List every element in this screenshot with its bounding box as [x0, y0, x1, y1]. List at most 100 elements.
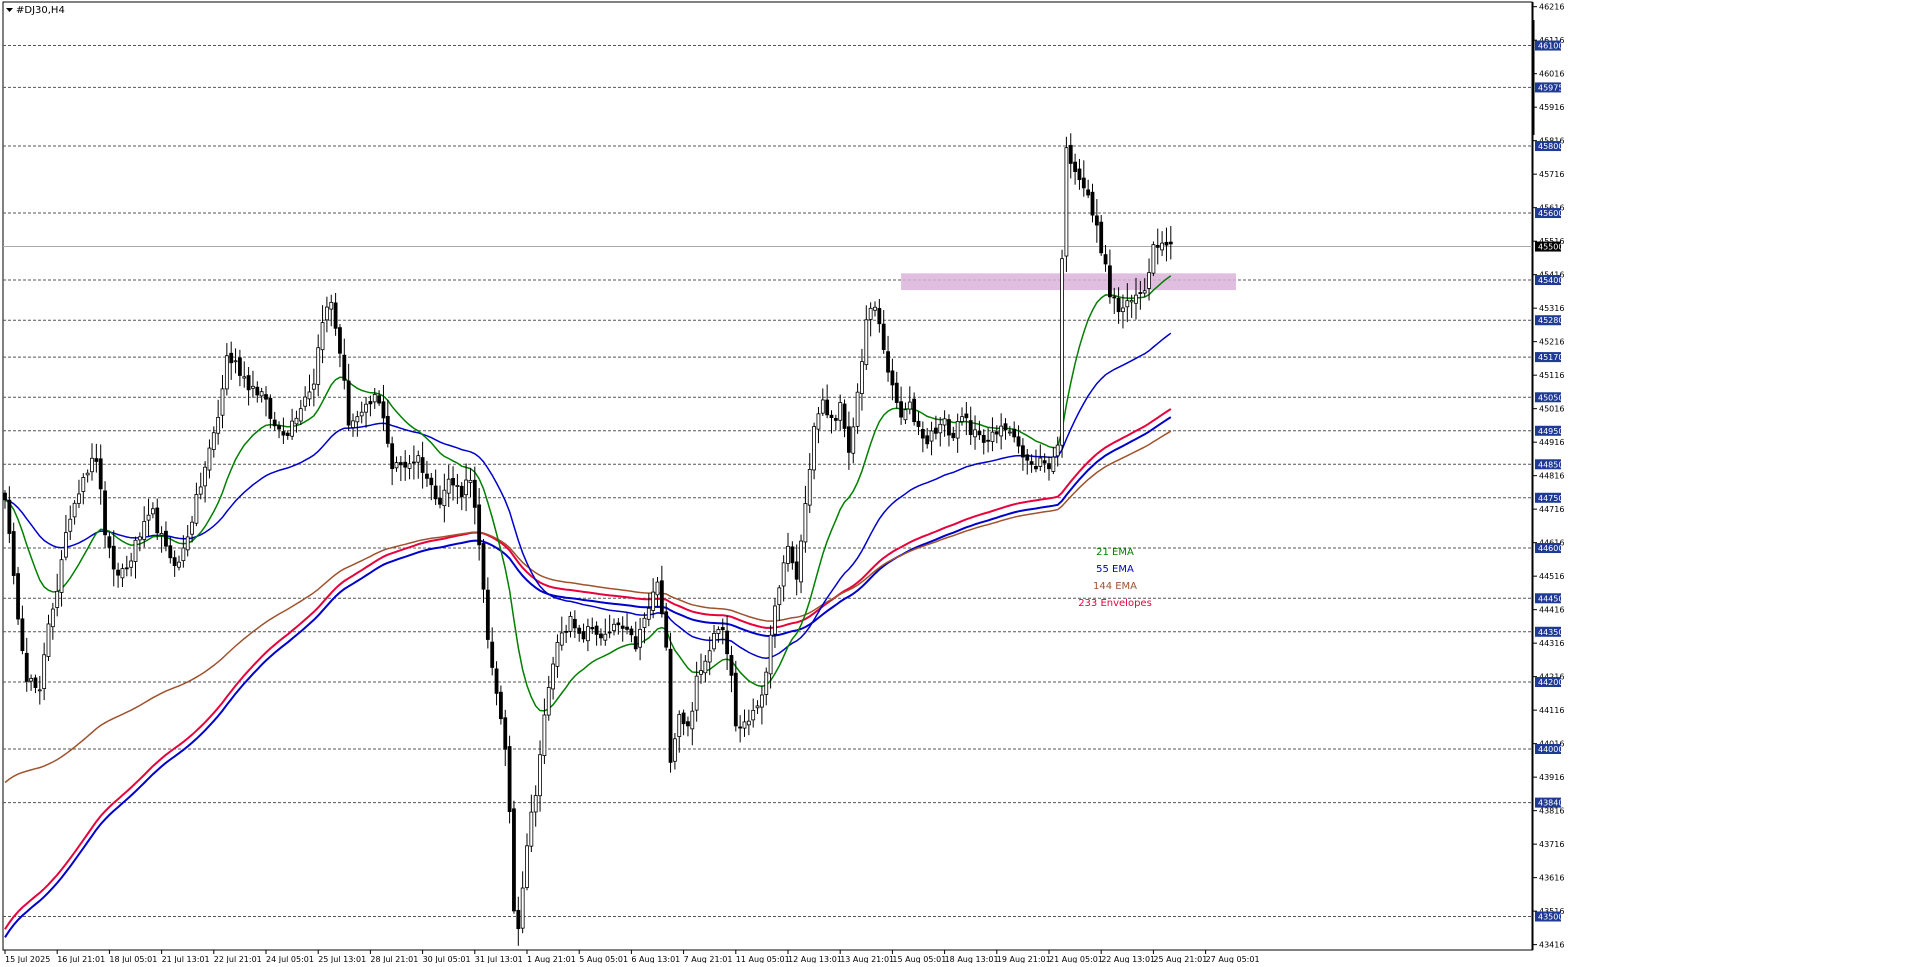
candle-body [781, 562, 786, 587]
candle-body [890, 370, 895, 386]
candle-body [847, 426, 851, 453]
time-tick-label: 5 Aug 05:01 [579, 955, 628, 963]
candle-body [429, 477, 434, 486]
candle-body [990, 431, 995, 442]
time-tick-label: 12 Aug 13:01 [788, 955, 842, 963]
candle-body [446, 478, 451, 494]
candle-body [190, 521, 194, 535]
candle-body [764, 671, 769, 695]
candle-body [181, 547, 186, 562]
price-tick-label: 44816 [1539, 472, 1564, 481]
level-price-label: 45170 [1538, 353, 1563, 362]
candle-body [342, 354, 347, 381]
candle-body [485, 589, 490, 640]
candle-body [599, 633, 603, 639]
candle-body [90, 457, 94, 473]
candle-body [316, 347, 321, 385]
candle-body [124, 567, 129, 570]
candle-body [1034, 466, 1038, 470]
candle-body [1108, 265, 1112, 298]
time-tick-label: 24 Jul 05:01 [266, 955, 314, 963]
candle-body [1038, 457, 1043, 467]
candle-body [377, 395, 382, 404]
candle-body [659, 580, 664, 615]
candle-body [64, 532, 68, 558]
candle-body [507, 746, 512, 812]
candle-body [686, 721, 690, 727]
candle-body [912, 398, 917, 423]
candle-body [725, 630, 729, 655]
candle-body [133, 539, 138, 562]
candle-body [1090, 191, 1095, 216]
candle-body [42, 654, 47, 689]
candle-body [755, 705, 760, 709]
candle-body [416, 455, 421, 463]
candle-body [177, 561, 181, 568]
candle-body [498, 691, 503, 720]
candle-body [103, 490, 107, 536]
candle-body [1055, 444, 1060, 457]
candle-body [146, 514, 151, 521]
candle-body [281, 431, 286, 436]
time-tick-label: 1 Aug 21:01 [527, 955, 576, 963]
price-chart[interactable]: 21 EMA 55 EMA 144 EMA 233 Envelopes 43416 43… [0, 0, 1916, 964]
candle-body [633, 636, 638, 650]
level-price-label: 43500 [1538, 913, 1563, 922]
candle-body [159, 533, 164, 536]
candle-body [285, 432, 290, 436]
candle-body [120, 568, 125, 579]
candle-body [999, 425, 1004, 437]
candle-body [1129, 300, 1134, 303]
level-price-label: 45800 [1538, 142, 1563, 151]
candle-body [264, 394, 268, 400]
candle-body [233, 360, 238, 363]
time-tick-label: 15 Jul 2025 [5, 955, 50, 963]
time-tick-label: 18 Jul 05:01 [109, 955, 157, 963]
candle-body [7, 499, 12, 534]
candle-body [825, 399, 830, 416]
level-price-label: 45600 [1538, 209, 1563, 218]
candle-body [198, 486, 203, 495]
legend-entry: 55 EMA [1096, 564, 1134, 575]
candle-body [968, 420, 973, 435]
candle-body [433, 485, 438, 500]
candle-body [842, 403, 847, 429]
level-price-label: 44950 [1538, 427, 1563, 436]
candle-body [1151, 244, 1156, 274]
price-tick-label: 44716 [1539, 505, 1564, 514]
candle-body [237, 357, 242, 376]
price-tick-label: 43416 [1539, 941, 1564, 950]
candle-body [224, 355, 229, 390]
candle-body [425, 473, 429, 479]
candle-body [559, 632, 564, 646]
candle-body [1155, 244, 1160, 248]
candle-body [107, 536, 112, 548]
candle-body [681, 712, 686, 725]
candle-body [1160, 242, 1164, 251]
candle-body [512, 808, 516, 912]
price-tick-label: 43816 [1539, 807, 1564, 816]
candle-body [812, 426, 816, 471]
candle-body [207, 447, 212, 471]
candle-body [477, 504, 482, 546]
level-price-label: 44350 [1538, 628, 1563, 637]
candle-body [829, 414, 834, 418]
candle-body [324, 306, 329, 321]
candle-body [294, 417, 299, 425]
level-price-label: 45500 [1538, 243, 1563, 252]
price-tick-label: 44416 [1539, 606, 1564, 615]
candle-body [172, 557, 177, 566]
candle-body [886, 351, 890, 373]
candle-body [464, 479, 469, 496]
candle-body [690, 710, 695, 730]
candle-body [155, 507, 160, 534]
candle-body [1164, 241, 1169, 246]
candle-body [1138, 292, 1143, 294]
time-tick-label: 6 Aug 13:01 [631, 955, 680, 963]
candle-body [468, 479, 473, 483]
candle-body [786, 545, 790, 564]
candle-body [868, 307, 873, 320]
candle-body [638, 628, 642, 648]
candle-body [359, 411, 364, 417]
candle-body [746, 720, 751, 726]
